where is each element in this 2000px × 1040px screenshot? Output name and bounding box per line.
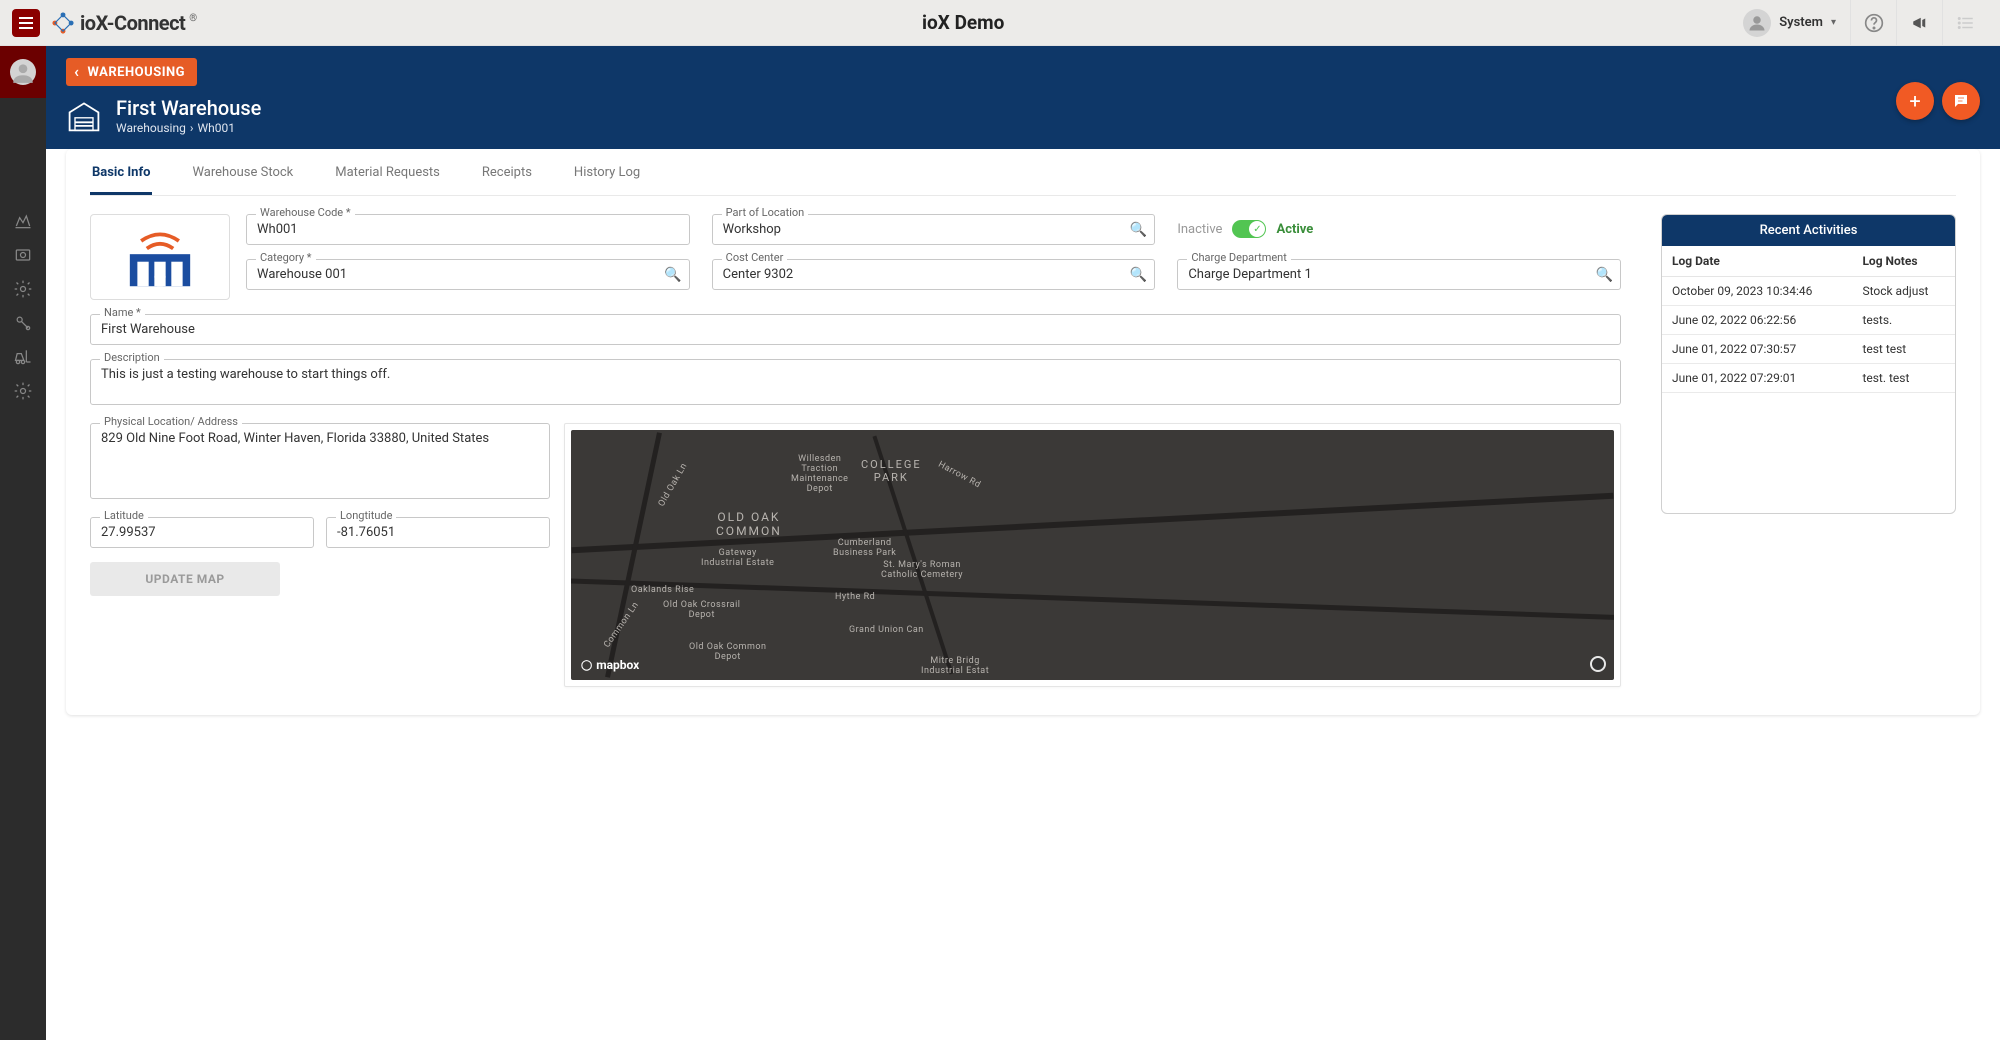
map[interactable]: OLD OAKCOMMON COLLEGEPARK WillesdenTract… xyxy=(571,430,1614,680)
user-name: System xyxy=(1779,15,1823,30)
mapbox-attribution: mapbox xyxy=(581,658,639,672)
topbar: ioX-Connect® ioX Demo System ▾ xyxy=(0,0,2000,46)
map-info-icon[interactable] xyxy=(1590,656,1606,672)
description-field: Description xyxy=(90,359,1621,409)
recent-activities-panel: Recent Activities Log Date Log Notes Oct… xyxy=(1661,214,1956,514)
activity-row[interactable]: June 01, 2022 07:30:57test test xyxy=(1662,335,1955,364)
app-title: ioX Demo xyxy=(197,11,1729,34)
activity-row[interactable]: June 01, 2022 07:29:01test. test xyxy=(1662,364,1955,393)
cost-center-field: Cost Center 🔍 xyxy=(712,259,1156,290)
help-button[interactable] xyxy=(1850,0,1896,46)
warehouse-image[interactable] xyxy=(90,214,230,300)
sidebar-item-assets[interactable] xyxy=(0,242,46,268)
sidebar-item-settings2[interactable] xyxy=(0,378,46,404)
tab-basic-info[interactable]: Basic Info xyxy=(90,149,152,195)
list-button[interactable] xyxy=(1942,0,1988,46)
description-input[interactable] xyxy=(90,359,1621,405)
chevron-down-icon: ▾ xyxy=(1831,17,1836,28)
address-input[interactable] xyxy=(90,423,550,499)
tab-warehouse-stock[interactable]: Warehouse Stock xyxy=(190,149,295,195)
warehouse-code-field: Warehouse Code * xyxy=(246,214,690,245)
active-toggle[interactable] xyxy=(1232,220,1266,238)
category-field: Category * 🔍 xyxy=(246,259,690,290)
activity-row[interactable]: October 09, 2023 10:34:46Stock adjust xyxy=(1662,277,1955,306)
brand-logo: ioX-Connect® xyxy=(50,10,197,36)
page-header: ‹ WAREHOUSING First Warehouse Warehousin… xyxy=(46,46,2000,149)
map-container: OLD OAKCOMMON COLLEGEPARK WillesdenTract… xyxy=(564,423,1621,687)
announcements-button[interactable] xyxy=(1896,0,1942,46)
part-of-location-field: Part of Location 🔍 xyxy=(712,214,1156,245)
notes-button[interactable] xyxy=(1942,82,1980,120)
longitude-field: Longtitude xyxy=(326,517,550,548)
sidebar-item-maintenance[interactable] xyxy=(0,310,46,336)
add-button[interactable]: + xyxy=(1896,82,1934,120)
sidebar-item-dashboard[interactable] xyxy=(0,208,46,234)
status-toggle-group: Inactive Active xyxy=(1177,214,1621,238)
back-button[interactable]: ‹ WAREHOUSING xyxy=(66,58,197,86)
brand-name: ioX-Connect xyxy=(80,11,185,35)
sidebar-avatar[interactable] xyxy=(0,46,46,98)
avatar-icon xyxy=(1743,9,1771,37)
name-input[interactable] xyxy=(90,314,1621,345)
latitude-field: Latitude xyxy=(90,517,314,548)
tab-receipts[interactable]: Receipts xyxy=(480,149,534,195)
topbar-right: System ▾ xyxy=(1729,0,1988,46)
user-menu[interactable]: System ▾ xyxy=(1729,0,1850,46)
chevron-left-icon: ‹ xyxy=(74,64,80,80)
update-map-button[interactable]: UPDATE MAP xyxy=(90,562,280,596)
back-label: WAREHOUSING xyxy=(88,65,186,80)
main-menu-button[interactable] xyxy=(12,9,40,37)
activities-title: Recent Activities xyxy=(1662,215,1955,246)
charge-department-field: Charge Department 🔍 xyxy=(1177,259,1621,290)
breadcrumb: Warehousing›Wh001 xyxy=(116,121,261,135)
name-field: Name * xyxy=(90,314,1621,345)
sidebar-item-forklift[interactable] xyxy=(0,344,46,370)
tab-material-requests[interactable]: Material Requests xyxy=(333,149,442,195)
activities-header-row: Log Date Log Notes xyxy=(1662,246,1955,277)
address-field: Physical Location/ Address xyxy=(90,423,550,503)
sidebar xyxy=(0,46,46,1040)
activity-row[interactable]: June 02, 2022 06:22:56tests. xyxy=(1662,306,1955,335)
page-title: First Warehouse xyxy=(116,96,261,120)
main-card: Basic Info Warehouse Stock Material Requ… xyxy=(66,149,1980,715)
tabs: Basic Info Warehouse Stock Material Requ… xyxy=(90,149,1956,196)
logo-icon xyxy=(50,10,76,36)
warehouse-icon xyxy=(66,98,102,134)
tab-history-log[interactable]: History Log xyxy=(572,149,642,195)
sidebar-item-settings1[interactable] xyxy=(0,276,46,302)
